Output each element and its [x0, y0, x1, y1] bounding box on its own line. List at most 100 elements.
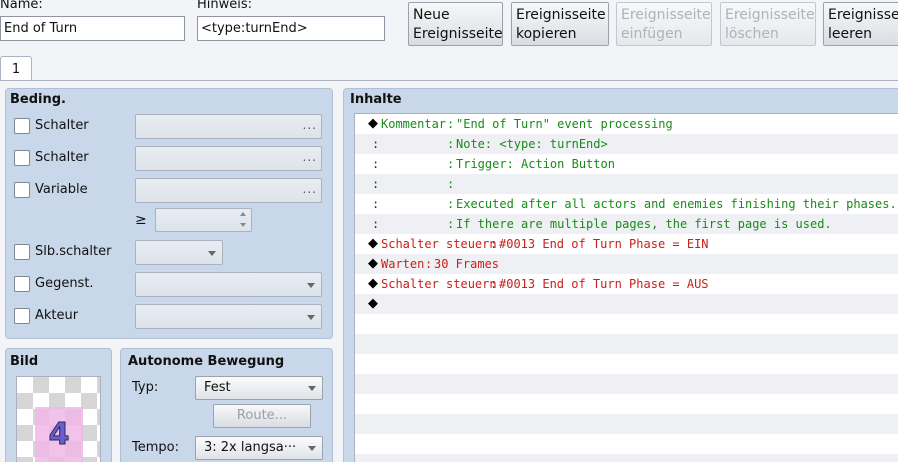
- name-field[interactable]: End of Turn: [0, 16, 185, 41]
- route-button[interactable]: Route...: [213, 404, 311, 428]
- condition-picker-field[interactable]: ...: [135, 178, 322, 203]
- command-row[interactable]: [355, 354, 898, 374]
- command-row[interactable]: ◆ Kommentar: "End of Turn" event processin…: [355, 114, 898, 134]
- command-row[interactable]: [355, 454, 898, 462]
- condition-checkbox-4[interactable]: [14, 276, 30, 292]
- command-row[interactable]: [355, 314, 898, 334]
- command-diamond-icon: ◆: [368, 116, 378, 131]
- condition-dropdown[interactable]: [135, 304, 322, 329]
- command-name: Schalter steuern: [381, 277, 497, 291]
- autonomous-movement-title: Autonome Bewegung: [128, 354, 285, 369]
- command-separator: :: [447, 137, 455, 151]
- command-separator: :: [447, 117, 455, 131]
- continuation-marker: :: [372, 177, 380, 191]
- condition-label: Schalter: [35, 150, 89, 165]
- condition-picker-field[interactable]: ...: [135, 146, 322, 171]
- condition-checkbox-0[interactable]: [14, 118, 30, 134]
- condition-checkbox-1[interactable]: [14, 150, 30, 166]
- hint-label: Hinweis:: [197, 0, 253, 12]
- image-preview[interactable]: 4: [16, 376, 101, 462]
- movement-speed-select[interactable]: 3: 2x langsa···: [195, 436, 323, 460]
- condition-label: Variable: [35, 182, 88, 197]
- command-text: "End of Turn" event processing: [456, 117, 673, 131]
- page-action-button-1[interactable]: Ereignisseite kopieren: [511, 2, 609, 46]
- command-row[interactable]: :: If there are multiple pages, the first…: [355, 214, 898, 234]
- chevron-down-icon: [307, 315, 315, 320]
- button-label-line1: Ereignisseite: [725, 7, 815, 23]
- page-action-button-3[interactable]: Ereignisseite löschen: [720, 2, 816, 46]
- movement-type-select[interactable]: Fest: [195, 376, 323, 400]
- command-row[interactable]: :: Executed after all actors and enemies …: [355, 194, 898, 214]
- condition-label: Slb.schalter: [35, 244, 112, 259]
- hint-field[interactable]: <type:turnEnd>: [197, 16, 385, 41]
- command-separator: :: [447, 157, 455, 171]
- command-name: Kommentar: [381, 117, 447, 131]
- tab-page-1[interactable]: 1: [0, 56, 32, 81]
- command-text: Trigger: Action Button: [456, 157, 615, 171]
- condition-picker-field[interactable]: ...: [135, 114, 322, 139]
- command-row[interactable]: [355, 414, 898, 434]
- button-label-line2: einfügen: [621, 26, 683, 42]
- command-row[interactable]: ◆ Schalter steuern: #0013 End of Turn Phas…: [355, 234, 898, 254]
- ellipsis-icon[interactable]: ...: [303, 182, 317, 196]
- command-row[interactable]: [355, 374, 898, 394]
- command-separator: :: [490, 237, 498, 251]
- variable-compare-symbol: ≥: [135, 212, 147, 228]
- variable-value-spinner[interactable]: [155, 208, 252, 232]
- command-diamond-icon: ◆: [368, 236, 378, 251]
- condition-checkbox-5[interactable]: [14, 308, 30, 324]
- command-separator: :: [447, 217, 455, 231]
- command-row[interactable]: ◆ Warten:30 Frames: [355, 254, 898, 274]
- command-diamond-icon: ◆: [368, 256, 378, 271]
- condition-checkbox-2[interactable]: [14, 182, 30, 198]
- route-button-label: Route...: [236, 408, 288, 423]
- command-separator: :: [425, 257, 433, 271]
- command-diamond-icon: ◆: [368, 276, 378, 291]
- event-command-list[interactable]: ◆ Kommentar: "End of Turn" event processin…: [354, 113, 898, 462]
- button-label-line1: Ereignisseite: [828, 7, 898, 23]
- command-name: Schalter steuern: [381, 237, 497, 251]
- button-label-line2: löschen: [725, 26, 779, 42]
- page-action-button-2[interactable]: Ereignisseite einfügen: [616, 2, 712, 46]
- command-row[interactable]: ◆ Schalter steuern: #0013 End of Turn Phas…: [355, 274, 898, 294]
- conditions-title: Beding.: [10, 92, 66, 107]
- contents-title: Inhalte: [350, 92, 402, 107]
- chevron-down-icon: [308, 446, 316, 451]
- command-row[interactable]: [355, 434, 898, 454]
- page-tab-strip: 1: [0, 56, 898, 81]
- command-row[interactable]: :: Trigger: Action Button: [355, 154, 898, 174]
- condition-label: Gegenst.: [35, 276, 94, 291]
- command-text: Executed after all actors and enemies fi…: [456, 197, 897, 211]
- command-separator: :: [447, 197, 455, 211]
- condition-label: Akteur: [35, 308, 79, 323]
- ellipsis-icon[interactable]: ...: [303, 118, 317, 132]
- command-separator: :: [447, 177, 455, 191]
- page-action-button-0[interactable]: Neue Ereignisseite: [408, 2, 503, 46]
- condition-label: Schalter: [35, 118, 89, 133]
- command-text: #0013 End of Turn Phase = AUS: [499, 277, 709, 291]
- movement-speed-value: 3: 2x langsa···: [204, 440, 297, 455]
- continuation-marker: :: [372, 217, 380, 231]
- button-label-line2: leeren: [828, 26, 873, 42]
- command-row[interactable]: :: Note: <type: turnEnd>: [355, 134, 898, 154]
- spinner-up-icon[interactable]: [240, 212, 246, 216]
- condition-dropdown[interactable]: [135, 272, 322, 297]
- command-row[interactable]: ::: [355, 174, 898, 194]
- movement-type-value: Fest: [204, 380, 231, 395]
- command-text: Note: <type: turnEnd>: [456, 137, 608, 151]
- continuation-marker: :: [372, 137, 380, 151]
- command-row[interactable]: [355, 394, 898, 414]
- condition-checkbox-3[interactable]: [14, 244, 30, 260]
- spinner-down-icon[interactable]: [240, 223, 246, 227]
- ellipsis-icon[interactable]: ...: [303, 150, 317, 164]
- command-text: 30 Frames: [434, 257, 500, 271]
- command-diamond-icon: ◆: [368, 296, 378, 311]
- condition-dropdown[interactable]: [135, 240, 223, 265]
- button-label-line1: Ereignisseite: [516, 7, 606, 23]
- button-label-line1: Ereignisseite: [621, 7, 711, 23]
- button-label-line2: kopieren: [516, 26, 577, 42]
- command-row[interactable]: ◆: [355, 294, 898, 314]
- page-action-button-4[interactable]: Ereignisseite leeren: [823, 2, 898, 46]
- command-row[interactable]: [355, 334, 898, 354]
- name-label: Name:: [0, 0, 43, 12]
